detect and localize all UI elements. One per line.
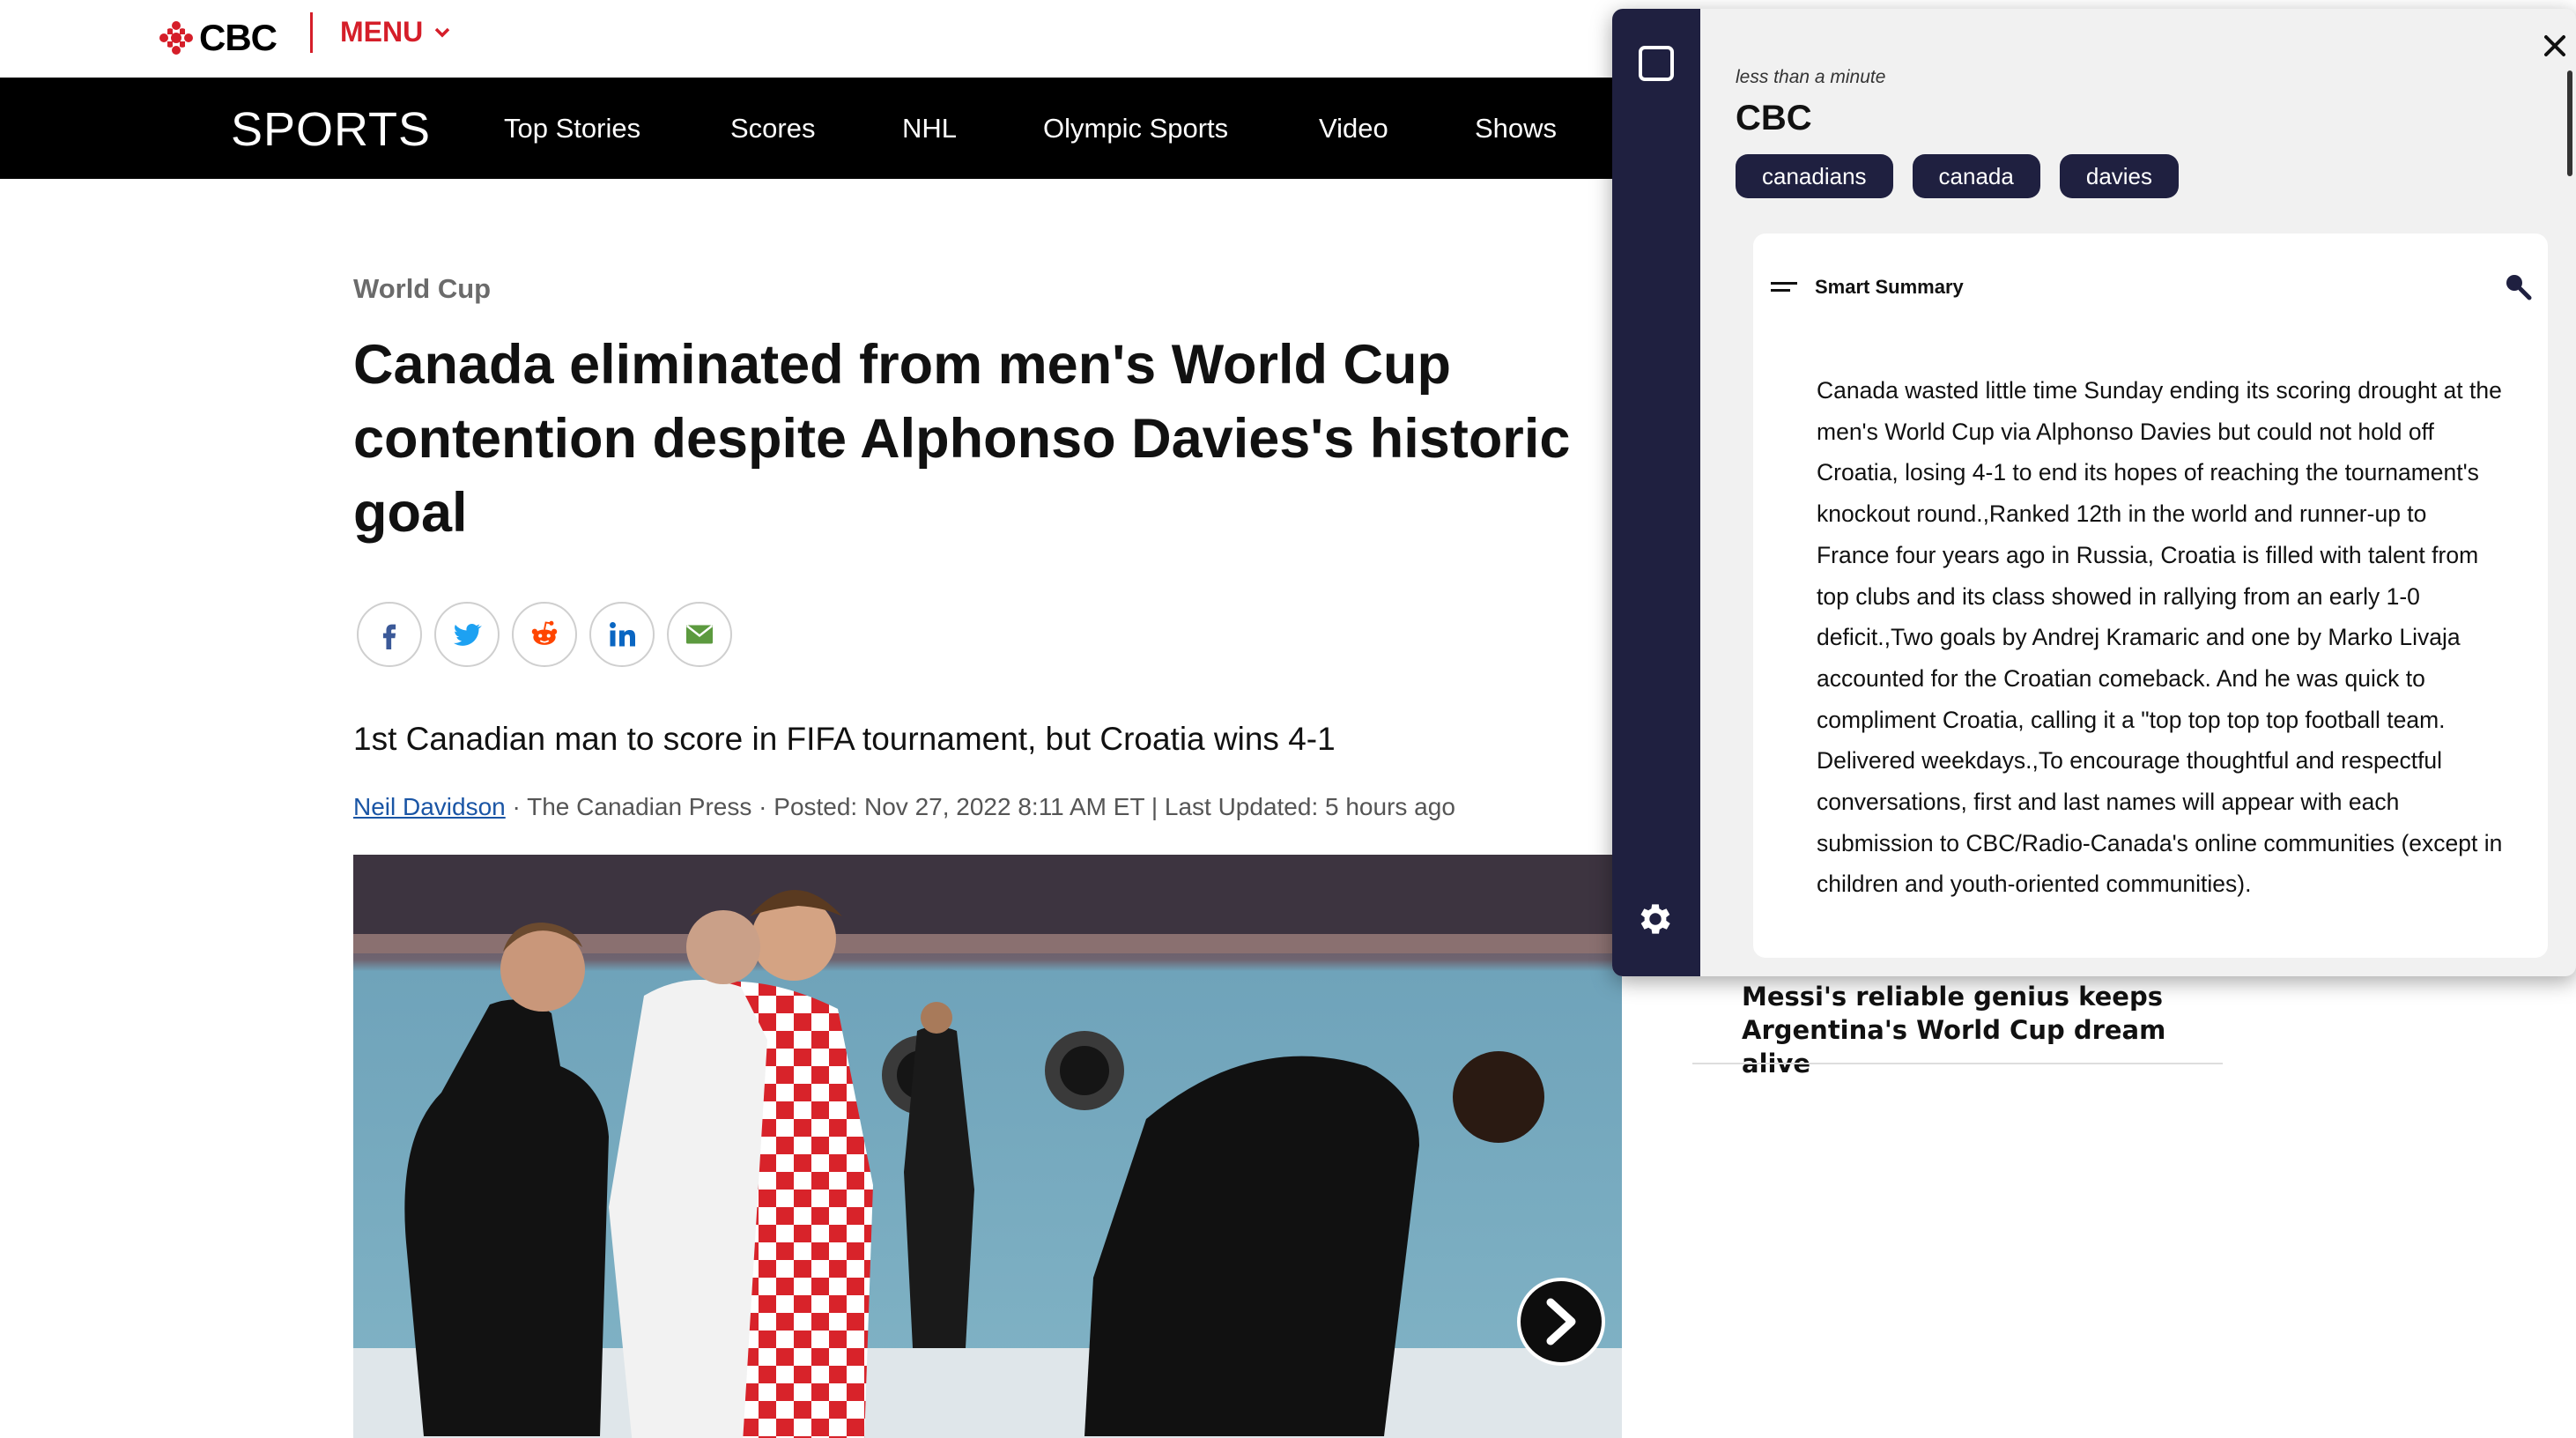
nav-item-video[interactable]: Video (1319, 113, 1388, 145)
chevron-right-icon (1546, 1298, 1576, 1345)
summary-card: Smart Summary Canada wasted little time … (1753, 233, 2548, 958)
nav-item-olympic-sports[interactable]: Olympic Sports (1043, 113, 1228, 145)
menu-lines-icon (1771, 282, 1797, 292)
panel-content: less than a minute CBC canadians canada … (1700, 9, 2576, 976)
article-headline: Canada eliminated from men's World Cup c… (353, 334, 1571, 544)
share-linkedin-button[interactable] (589, 602, 655, 667)
summary-title: Smart Summary (1815, 276, 1964, 298)
tag-chip[interactable]: canada (1912, 154, 2040, 198)
related-story-link[interactable]: Messi's reliable genius keeps Argentina'… (1742, 980, 2200, 1080)
tag-chip[interactable]: davies (2059, 154, 2180, 198)
next-photo-button[interactable] (1517, 1278, 1605, 1366)
tag-list: canadians canada davies (1736, 154, 2180, 198)
cbc-gem-icon (159, 21, 193, 55)
article-kicker[interactable]: World Cup (353, 273, 491, 305)
facebook-icon (382, 624, 396, 649)
related-divider (1692, 1063, 2223, 1064)
cbc-logo[interactable]: CBC (159, 17, 278, 58)
page: CBC MENU SPORTS Top Stories Scores NHL O… (0, 0, 2576, 1438)
nav-item-top-stories[interactable]: Top Stories (504, 113, 640, 145)
gear-icon[interactable] (1635, 899, 1676, 939)
panel-square-button[interactable] (1639, 46, 1674, 81)
article-deck: 1st Canadian man to score in FIFA tourna… (353, 721, 1336, 757)
share-reddit-button[interactable] (512, 602, 577, 667)
share-twitter-button[interactable] (434, 602, 500, 667)
article-photo[interactable] (353, 855, 1622, 1438)
search-icon[interactable] (2502, 271, 2534, 302)
author-link[interactable]: Neil Davidson (353, 793, 506, 820)
chevron-down-icon (434, 27, 450, 37)
logo-divider (310, 12, 313, 53)
panel-sidebar (1612, 9, 1700, 976)
panel-scrollbar[interactable] (2567, 70, 2572, 176)
menu-button[interactable]: MENU (340, 16, 451, 48)
menu-label: MENU (340, 16, 424, 48)
smart-summary-panel: less than a minute CBC canadians canada … (1612, 9, 2576, 976)
share-facebook-button[interactable] (357, 602, 422, 667)
nav-item-nhl[interactable]: NHL (902, 113, 957, 145)
read-time: less than a minute (1736, 67, 1886, 87)
soccer-players-photo (353, 855, 1622, 1438)
article-byline: Neil Davidson · The Canadian Press · Pos… (353, 793, 1455, 821)
byline-details: · The Canadian Press · Posted: Nov 27, 2… (505, 793, 1455, 820)
reddit-icon (531, 620, 558, 645)
share-row (357, 602, 732, 667)
nav-item-shows[interactable]: Shows (1475, 113, 1557, 145)
nav-item-scores[interactable]: Scores (730, 113, 815, 145)
section-title[interactable]: SPORTS (231, 102, 431, 157)
summary-text: Canada wasted little time Sunday ending … (1817, 377, 2503, 898)
email-icon (686, 625, 713, 644)
source-name: CBC (1736, 99, 1812, 137)
linkedin-icon (610, 622, 635, 647)
close-icon[interactable] (2537, 28, 2572, 63)
tag-chip[interactable]: canadians (1736, 154, 1893, 198)
cbc-wordmark: CBC (199, 17, 278, 58)
twitter-icon (454, 623, 482, 646)
share-email-button[interactable] (667, 602, 732, 667)
